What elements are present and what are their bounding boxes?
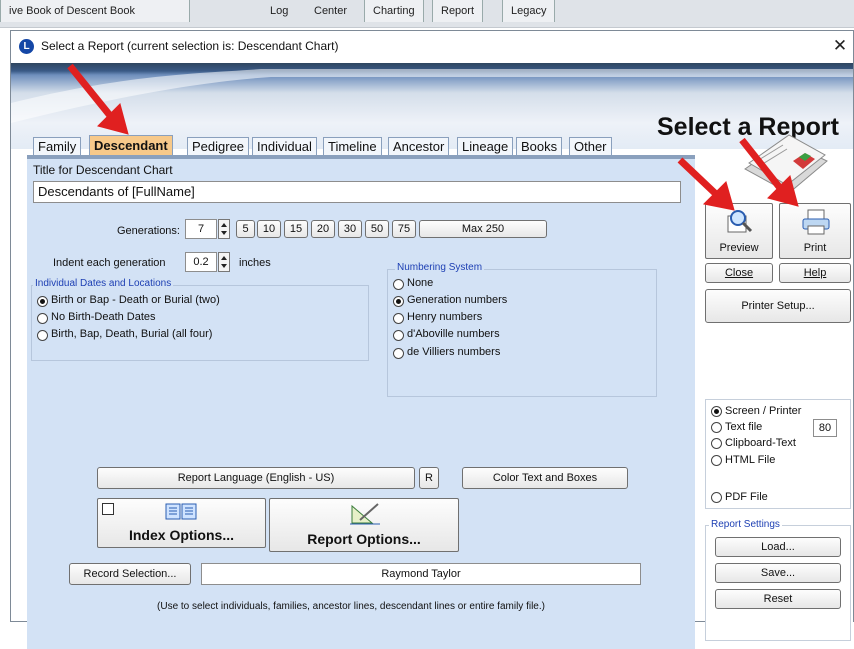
indent-label: Indent each generation: [53, 257, 166, 269]
gen-10-button[interactable]: 10: [257, 220, 281, 238]
dates-option-four-radio[interactable]: [37, 330, 48, 341]
numbering-none-label: None: [407, 277, 434, 289]
dates-option-two-radio[interactable]: [37, 296, 48, 307]
numbering-daboville-label: d'Aboville numbers: [407, 328, 500, 340]
book-icon: [165, 503, 197, 520]
close-icon[interactable]: ✕: [829, 35, 851, 57]
indent-spinner[interactable]: [218, 252, 230, 272]
tab-timeline[interactable]: Timeline: [323, 137, 382, 156]
numbering-group-title: Numbering System: [395, 262, 485, 273]
generations-spinner[interactable]: [218, 219, 230, 239]
output-screen-label: Screen / Printer: [725, 405, 802, 417]
background-tab-report[interactable]: Report: [432, 0, 484, 22]
tab-books[interactable]: Books: [516, 137, 563, 156]
output-html-radio[interactable]: [711, 455, 722, 466]
output-clipboard-label: Clipboard-Text: [725, 437, 796, 449]
text-width-input[interactable]: 80: [813, 419, 837, 437]
background-tab-center[interactable]: Center: [306, 0, 355, 22]
index-options-label: Index Options...: [128, 527, 234, 543]
indent-input[interactable]: 0.2: [185, 252, 217, 272]
record-selection-field: Raymond Taylor: [201, 563, 641, 585]
tab-descendant[interactable]: Descendant: [89, 135, 173, 156]
gen-15-button[interactable]: 15: [284, 220, 308, 238]
record-selection-button[interactable]: Record Selection...: [69, 563, 191, 585]
dates-option-two-label: Birth or Bap - Death or Burial (two): [51, 294, 220, 306]
numbering-henry-radio[interactable]: [393, 313, 404, 324]
numbering-generation-label: Generation numbers: [407, 294, 508, 306]
report-options-label: Report Options...: [307, 531, 421, 547]
reports-stack-icon: [744, 134, 828, 194]
dates-option-none-radio[interactable]: [37, 313, 48, 324]
generations-label: Generations:: [117, 225, 180, 237]
gen-50-button[interactable]: 50: [365, 220, 389, 238]
help-button[interactable]: Help: [779, 263, 851, 283]
tab-family[interactable]: Family: [33, 137, 82, 156]
print-label: Print: [803, 242, 827, 254]
background-tab-charting[interactable]: Charting: [364, 0, 424, 22]
color-text-boxes-button[interactable]: Color Text and Boxes: [462, 467, 628, 489]
title-input[interactable]: Descendants of [FullName]: [33, 181, 681, 203]
report-settings-title: Report Settings: [709, 519, 782, 530]
tab-pedigree[interactable]: Pedigree: [187, 137, 250, 156]
select-report-dialog: L Select a Report (current selection is:…: [10, 30, 854, 649]
output-html-label: HTML File: [725, 454, 776, 466]
r-button[interactable]: R: [419, 467, 439, 489]
dates-option-none-label: No Birth-Death Dates: [51, 311, 156, 323]
printer-icon: [802, 209, 830, 235]
spinner-arrows-icon: [221, 256, 227, 268]
drafting-triangle-icon: [350, 503, 380, 525]
spinner-arrows-icon: [221, 223, 227, 235]
print-button[interactable]: Print: [779, 203, 851, 259]
background-app-toolbar: ive Book of Descent Book Log Center Char…: [0, 0, 854, 28]
report-language-button[interactable]: Report Language (English - US): [97, 467, 415, 489]
dialog-title: Select a Report (current selection is: D…: [41, 39, 339, 53]
preview-button[interactable]: Preview: [705, 203, 773, 259]
load-settings-button[interactable]: Load...: [715, 537, 841, 557]
gen-75-button[interactable]: 75: [392, 220, 416, 238]
printer-setup-button[interactable]: Printer Setup...: [705, 289, 851, 323]
output-pdf-label: PDF File: [725, 491, 768, 503]
output-text-label: Text file: [725, 421, 763, 433]
preview-label: Preview: [719, 242, 759, 254]
indent-unit: inches: [239, 257, 271, 269]
tab-lineage[interactable]: Lineage: [457, 137, 514, 156]
numbering-generation-radio[interactable]: [393, 296, 404, 307]
tab-other[interactable]: Other: [569, 137, 612, 156]
dates-group-title: Individual Dates and Locations: [33, 278, 174, 289]
dialog-titlebar: L Select a Report (current selection is:…: [11, 31, 853, 63]
output-text-radio[interactable]: [711, 422, 722, 433]
background-tab-log[interactable]: Log: [262, 0, 296, 22]
max-250-button[interactable]: Max 250: [419, 220, 547, 238]
close-button[interactable]: Close: [705, 263, 773, 283]
generations-input[interactable]: 7: [185, 219, 217, 239]
output-screen-radio[interactable]: [711, 406, 722, 417]
numbering-devilliers-radio[interactable]: [393, 348, 404, 359]
numbering-devilliers-label: de Villiers numbers: [407, 346, 501, 358]
background-tab-book[interactable]: ive Book of Descent Book: [0, 0, 190, 22]
report-actions-panel: Preview Print Close Help Printer Setup..…: [705, 134, 853, 649]
tab-ancestor[interactable]: Ancestor: [388, 137, 450, 156]
report-options-button[interactable]: Report Options...: [269, 498, 459, 552]
reset-settings-button[interactable]: Reset: [715, 589, 841, 609]
numbering-henry-label: Henry numbers: [407, 311, 483, 323]
index-options-checkbox[interactable]: [102, 503, 114, 515]
title-label: Title for Descendant Chart: [33, 163, 173, 177]
background-tab-legacy[interactable]: Legacy: [502, 0, 556, 22]
output-clipboard-radio[interactable]: [711, 438, 722, 449]
dates-option-four-label: Birth, Bap, Death, Burial (all four): [51, 328, 213, 340]
tab-individual[interactable]: Individual: [252, 137, 317, 156]
gen-20-button[interactable]: 20: [311, 220, 335, 238]
descendant-options-panel: Title for Descendant Chart Descendants o…: [27, 159, 695, 649]
save-settings-button[interactable]: Save...: [715, 563, 841, 583]
numbering-none-radio[interactable]: [393, 279, 404, 290]
magnifier-icon: [727, 210, 753, 233]
legacy-app-icon: L: [19, 39, 34, 54]
numbering-daboville-radio[interactable]: [393, 330, 404, 341]
record-selection-hint: (Use to select individuals, families, an…: [157, 601, 545, 612]
output-pdf-radio[interactable]: [711, 492, 722, 503]
gen-5-button[interactable]: 5: [236, 220, 255, 238]
gen-30-button[interactable]: 30: [338, 220, 362, 238]
index-options-button[interactable]: Index Options...: [97, 498, 266, 548]
